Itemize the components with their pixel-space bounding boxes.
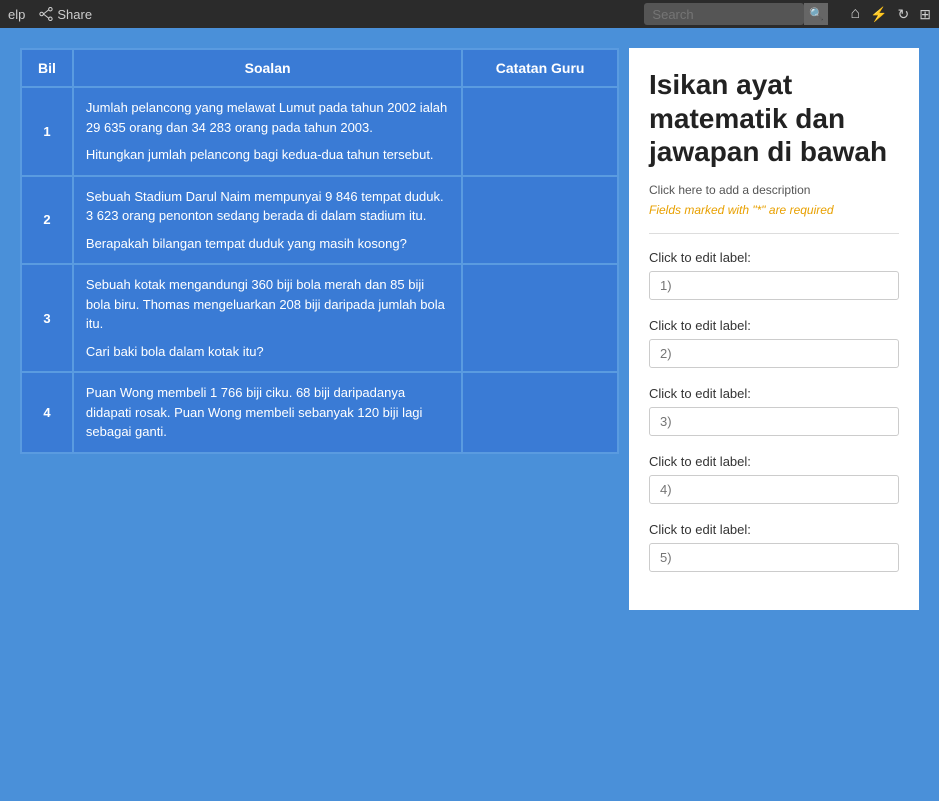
grid-icon[interactable]: ⊞ xyxy=(919,6,931,23)
row-soalan: Jumlah pelancong yang melawat Lumut pada… xyxy=(73,87,462,176)
field-group-1: Click to edit label: xyxy=(649,250,899,300)
question-line: Sebuah kotak mengandungi 360 biji bola m… xyxy=(86,275,449,334)
field-input-5[interactable] xyxy=(649,543,899,572)
field-input-2[interactable] xyxy=(649,339,899,368)
row-soalan: Sebuah Stadium Darul Naim mempunyai 9 84… xyxy=(73,176,462,265)
col-soalan: Soalan xyxy=(73,49,462,87)
question-line: Hitungkan jumlah pelancong bagi kedua-du… xyxy=(86,145,449,165)
topbar-icons: ⌂ ⚡ ↻ ⊞ xyxy=(850,5,931,23)
help-label[interactable]: elp xyxy=(8,7,25,22)
refresh-icon[interactable]: ↻ xyxy=(898,6,910,23)
question-line: Sebuah Stadium Darul Naim mempunyai 9 84… xyxy=(86,187,449,226)
search-area: 🔍 xyxy=(644,3,828,25)
field-group-2: Click to edit label: xyxy=(649,318,899,368)
field-label-4[interactable]: Click to edit label: xyxy=(649,454,899,469)
field-label-1[interactable]: Click to edit label: xyxy=(649,250,899,265)
search-input[interactable] xyxy=(644,3,804,25)
fields-container: Click to edit label: Click to edit label:… xyxy=(649,250,899,572)
field-label-3[interactable]: Click to edit label: xyxy=(649,386,899,401)
field-label-2[interactable]: Click to edit label: xyxy=(649,318,899,333)
field-input-3[interactable] xyxy=(649,407,899,436)
field-input-4[interactable] xyxy=(649,475,899,504)
share-icon xyxy=(39,7,53,21)
panel-title: Isikan ayat matematik dan jawapan di baw… xyxy=(649,68,899,169)
row-soalan: Puan Wong membeli 1 766 biji ciku. 68 bi… xyxy=(73,372,462,453)
divider xyxy=(649,233,899,234)
row-soalan: Sebuah kotak mengandungi 360 biji bola m… xyxy=(73,264,462,372)
main-content: Bil Soalan Catatan Guru 1 Jumlah pelancon… xyxy=(0,28,939,630)
field-group-3: Click to edit label: xyxy=(649,386,899,436)
field-group-5: Click to edit label: xyxy=(649,522,899,572)
flash-icon[interactable]: ⚡ xyxy=(870,6,887,23)
table-row: 3Sebuah kotak mengandungi 360 biji bola … xyxy=(21,264,618,372)
col-catatan: Catatan Guru xyxy=(462,49,618,87)
field-label-5[interactable]: Click to edit label: xyxy=(649,522,899,537)
topbar: elp Share 🔍 ⌂ ⚡ ↻ ⊞ xyxy=(0,0,939,28)
search-button[interactable]: 🔍 xyxy=(804,3,828,25)
questions-table: Bil Soalan Catatan Guru 1 Jumlah pelancon… xyxy=(20,48,619,454)
right-panel: Isikan ayat matematik dan jawapan di baw… xyxy=(629,48,919,610)
panel-description[interactable]: Click here to add a description xyxy=(649,183,899,197)
col-bil: Bil xyxy=(21,49,73,87)
topbar-left: elp Share xyxy=(8,7,92,22)
share-button[interactable]: Share xyxy=(39,7,92,22)
table-row: 2 Sebuah Stadium Darul Naim mempunyai 9 8… xyxy=(21,176,618,265)
search-icon: 🔍 xyxy=(809,7,824,21)
row-number: 2 xyxy=(21,176,73,265)
question-line: Puan Wong membeli 1 766 biji ciku. 68 bi… xyxy=(86,383,449,442)
table-section: Bil Soalan Catatan Guru 1 Jumlah pelancon… xyxy=(20,48,619,610)
field-group-4: Click to edit label: xyxy=(649,454,899,504)
home-icon[interactable]: ⌂ xyxy=(850,5,860,23)
share-label: Share xyxy=(57,7,92,22)
question-line: Berapakah bilangan tempat duduk yang mas… xyxy=(86,234,449,254)
table-row: 1 Jumlah pelancong yang melawat Lumut pad… xyxy=(21,87,618,176)
row-number: 4 xyxy=(21,372,73,453)
row-catatan xyxy=(462,176,618,265)
question-line: Jumlah pelancong yang melawat Lumut pada… xyxy=(86,98,449,137)
row-catatan xyxy=(462,372,618,453)
row-number: 1 xyxy=(21,87,73,176)
field-input-1[interactable] xyxy=(649,271,899,300)
row-number: 3 xyxy=(21,264,73,372)
table-row: 4Puan Wong membeli 1 766 biji ciku. 68 b… xyxy=(21,372,618,453)
row-catatan xyxy=(462,87,618,176)
panel-required: Fields marked with "*" are required xyxy=(649,203,899,217)
row-catatan xyxy=(462,264,618,372)
question-line: Cari baki bola dalam kotak itu? xyxy=(86,342,449,362)
